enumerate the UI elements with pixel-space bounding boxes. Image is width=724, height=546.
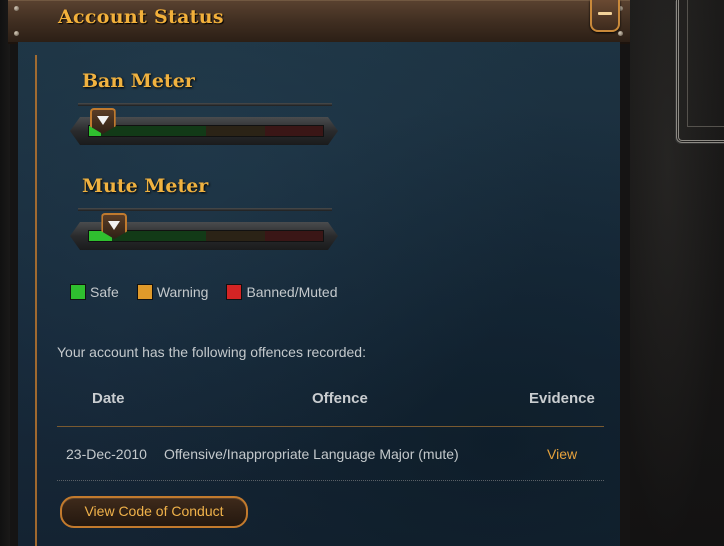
row-offence: Offensive/Inappropriate Language Major (… [164,446,459,462]
offences-intro: Your account has the following offences … [57,344,366,360]
rivet-icon [14,6,19,11]
legend-item-warning: Warning [136,284,209,300]
safe-swatch-icon [70,284,86,300]
table-divider [57,426,604,427]
view-evidence-link[interactable]: View [547,446,577,462]
ban-meter-bar [88,125,324,137]
legend-label: Banned/Muted [246,284,338,300]
banned-swatch-icon [226,284,243,300]
legend-item-banned: Banned/Muted [226,284,338,300]
warning-swatch-icon [136,284,153,300]
legend-label: Warning [156,284,209,300]
legend-label: Safe [90,284,119,300]
meter-legend: Safe Warning Banned/Muted [70,284,338,300]
ban-meter-title: Ban Meter [82,70,195,92]
row-evidence-cell: View [547,446,577,462]
mute-meter-title: Mute Meter [82,175,209,197]
collapse-button[interactable] [590,0,620,32]
decorative-frame [676,0,724,143]
page-title: Account Status [58,6,224,28]
account-status-header: Account Status [8,0,630,44]
column-header-date: Date [92,390,125,407]
rivet-icon [14,31,19,36]
column-header-evidence: Evidence [529,390,595,407]
rivet-icon [618,31,623,36]
view-code-of-conduct-button[interactable]: View Code of Conduct [60,496,248,528]
ban-meter-rail [78,103,332,106]
row-divider [57,480,604,482]
left-background [0,0,10,546]
legend-item-safe: Safe [70,284,119,300]
column-header-offence: Offence [312,390,368,407]
mute-meter-rail [78,208,332,211]
panel-divider [35,55,37,546]
row-date: 23-Dec-2010 [66,446,147,462]
